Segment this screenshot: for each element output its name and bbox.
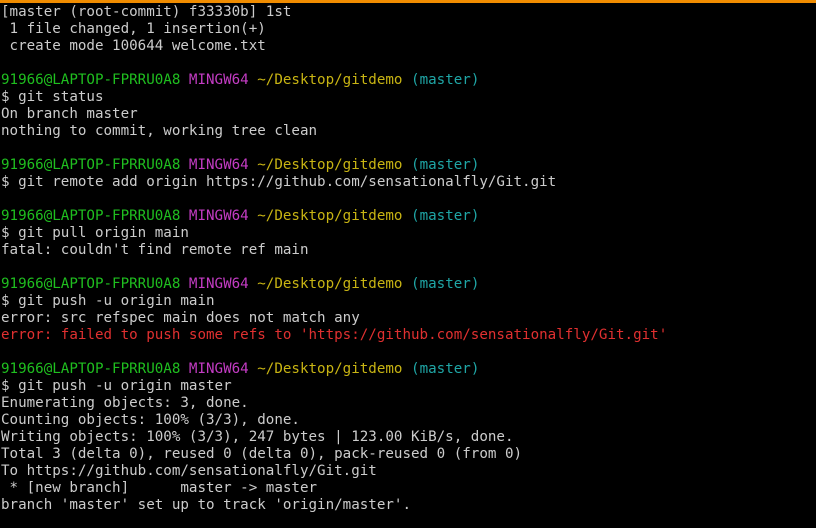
terminal-text-segment: 91966@LAPTOP-FPRRU0A8 xyxy=(1,208,181,224)
terminal-text-segment: ~/Desktop/gitdemo xyxy=(257,72,403,88)
terminal-line: 1 file changed, 1 insertion(+) xyxy=(1,21,816,38)
terminal-text-segment: create mode 100644 welcome.txt xyxy=(1,38,266,54)
terminal-text-segment: To https://github.com/sensationalfly/Git… xyxy=(1,463,377,479)
terminal-line: nothing to commit, working tree clean xyxy=(1,123,816,140)
terminal-line: $ git push -u origin main xyxy=(1,293,816,310)
terminal-line: 91966@LAPTOP-FPRRU0A8 MINGW64 ~/Desktop/… xyxy=(1,72,816,89)
terminal-window[interactable]: [master (root-commit) f33330b] 1st 1 fil… xyxy=(0,0,816,528)
terminal-line: Total 3 (delta 0), reused 0 (delta 0), p… xyxy=(1,446,816,463)
terminal-text-segment: ~/Desktop/gitdemo xyxy=(257,276,403,292)
terminal-text-segment: branch 'master' set up to track 'origin/… xyxy=(1,497,411,513)
terminal-text-segment: $ git push -u origin main xyxy=(1,293,215,309)
terminal-line: Counting objects: 100% (3/3), done. xyxy=(1,412,816,429)
terminal-line: $ git push -u origin master xyxy=(1,378,816,395)
terminal-text-segment: 91966@LAPTOP-FPRRU0A8 xyxy=(1,157,181,173)
terminal-text-segment: $ git pull origin main xyxy=(1,225,189,241)
terminal-line: branch 'master' set up to track 'origin/… xyxy=(1,497,816,514)
terminal-line: 91966@LAPTOP-FPRRU0A8 MINGW64 ~/Desktop/… xyxy=(1,157,816,174)
terminal-line: fatal: couldn't find remote ref main xyxy=(1,242,816,259)
terminal-text-segment: $ git remote add origin https://github.c… xyxy=(1,174,557,190)
terminal-line: [master (root-commit) f33330b] 1st xyxy=(1,4,816,21)
terminal-text-segment: (master) xyxy=(411,157,480,173)
terminal-text-segment: $ git push -u origin master xyxy=(1,378,232,394)
terminal-line: 91966@LAPTOP-FPRRU0A8 MINGW64 ~/Desktop/… xyxy=(1,361,816,378)
terminal-text-segment: error: failed to push some refs to 'http… xyxy=(1,327,668,343)
terminal-text-segment: (master) xyxy=(411,276,480,292)
terminal-text-segment: error: src refspec main does not match a… xyxy=(1,310,360,326)
terminal-line: On branch master xyxy=(1,106,816,123)
terminal-text-segment: MINGW64 xyxy=(188,208,249,224)
terminal-line: * [new branch] master -> master xyxy=(1,480,816,497)
terminal-text-segment: fatal: couldn't find remote ref main xyxy=(1,242,309,258)
terminal-text-segment: 91966@LAPTOP-FPRRU0A8 xyxy=(1,361,181,377)
terminal-text-segment: (master) xyxy=(411,208,480,224)
terminal-text-segment: (master) xyxy=(411,361,480,377)
terminal-line: create mode 100644 welcome.txt xyxy=(1,38,816,55)
terminal-line: 91966@LAPTOP-FPRRU0A8 MINGW64 ~/Desktop/… xyxy=(1,276,816,293)
terminal-text-segment: 91966@LAPTOP-FPRRU0A8 xyxy=(1,276,181,292)
terminal-text-segment: MINGW64 xyxy=(188,361,249,377)
terminal-text-segment: Writing objects: 100% (3/3), 247 bytes |… xyxy=(1,429,514,445)
terminal-text-segment: $ git status xyxy=(1,89,104,105)
terminal-text-segment: Enumerating objects: 3, done. xyxy=(1,395,249,411)
terminal-line: $ git status xyxy=(1,89,816,106)
terminal-text-segment: Total 3 (delta 0), reused 0 (delta 0), p… xyxy=(1,446,523,462)
terminal-text-segment: ~/Desktop/gitdemo xyxy=(257,157,403,173)
terminal-text-segment: MINGW64 xyxy=(188,72,249,88)
terminal-text-segment: [master (root-commit) f33330b] 1st xyxy=(1,4,292,20)
terminal-text-segment: Counting objects: 100% (3/3), done. xyxy=(1,412,300,428)
terminal-line: To https://github.com/sensationalfly/Git… xyxy=(1,463,816,480)
terminal-text-segment: MINGW64 xyxy=(188,276,249,292)
terminal-text-segment: 91966@LAPTOP-FPRRU0A8 xyxy=(1,72,181,88)
terminal-line: Writing objects: 100% (3/3), 247 bytes |… xyxy=(1,429,816,446)
terminal-line: Enumerating objects: 3, done. xyxy=(1,395,816,412)
terminal-line: 91966@LAPTOP-FPRRU0A8 MINGW64 ~/Desktop/… xyxy=(1,208,816,225)
terminal-text-segment: ~/Desktop/gitdemo xyxy=(257,208,403,224)
terminal-text-segment: 1 file changed, 1 insertion(+) xyxy=(1,21,266,37)
terminal-text-segment: On branch master xyxy=(1,106,138,122)
terminal-text-segment: ~/Desktop/gitdemo xyxy=(257,361,403,377)
terminal-text-segment: nothing to commit, working tree clean xyxy=(1,123,318,139)
terminal-line: $ git pull origin main xyxy=(1,225,816,242)
terminal-line: $ git remote add origin https://github.c… xyxy=(1,174,816,191)
terminal-text-segment: * [new branch] master -> master xyxy=(1,480,318,496)
terminal-line: error: failed to push some refs to 'http… xyxy=(1,327,816,344)
terminal-text-segment: MINGW64 xyxy=(188,157,249,173)
terminal-line: error: src refspec main does not match a… xyxy=(1,310,816,327)
terminal-text-segment: (master) xyxy=(411,72,480,88)
